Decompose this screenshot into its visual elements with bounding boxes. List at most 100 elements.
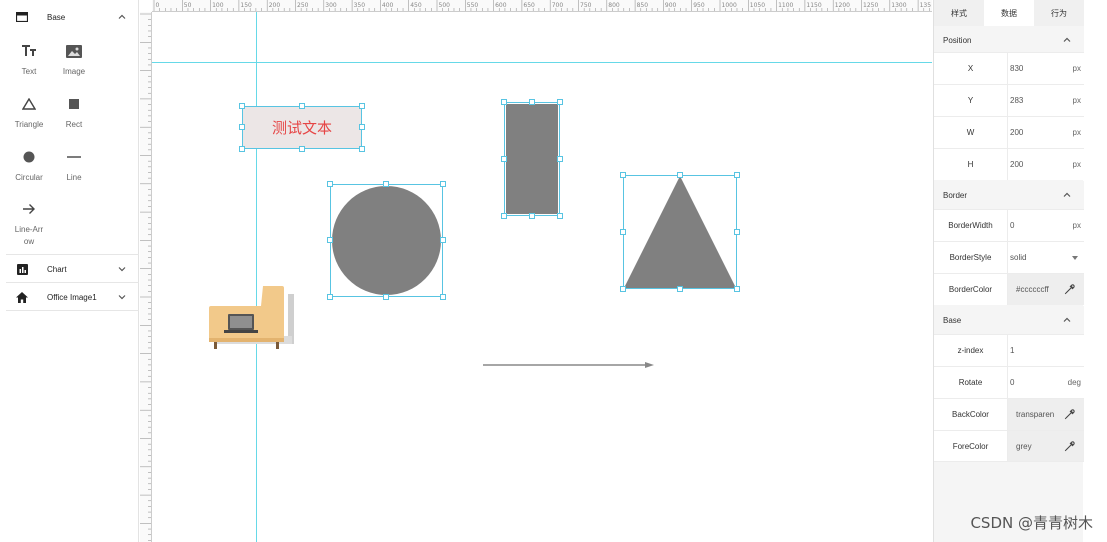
- resize-handle[interactable]: [440, 237, 446, 243]
- chevron-up-icon[interactable]: [117, 12, 127, 22]
- guide-line-horizontal[interactable]: [152, 62, 932, 63]
- ruler-tick-label: 300: [325, 2, 337, 9]
- text-element[interactable]: 测试文本: [239, 103, 365, 152]
- resize-handle[interactable]: [529, 99, 535, 105]
- rect-element[interactable]: [501, 99, 563, 219]
- resize-handle[interactable]: [440, 181, 446, 187]
- resize-handle[interactable]: [299, 103, 305, 109]
- resize-handle[interactable]: [359, 103, 365, 109]
- prop-row-w: W 200 px: [934, 116, 1084, 148]
- resize-handle[interactable]: [557, 213, 563, 219]
- office-desk-image[interactable]: [208, 286, 296, 350]
- eyedropper-icon[interactable]: [1064, 440, 1076, 452]
- tab-behavior[interactable]: 行为: [1034, 0, 1084, 26]
- ruler-tick-label: 1200: [835, 2, 850, 9]
- tool-text[interactable]: Text: [7, 40, 51, 78]
- resize-handle[interactable]: [239, 103, 245, 109]
- ruler-tick-label: 900: [665, 2, 677, 9]
- section-position-header[interactable]: Position: [934, 26, 1084, 54]
- tab-data[interactable]: 数据: [984, 0, 1034, 26]
- chevron-up-icon[interactable]: [1062, 35, 1072, 45]
- chevron-up-icon[interactable]: [1062, 315, 1072, 325]
- resize-handle[interactable]: [327, 181, 333, 187]
- resize-handle[interactable]: [327, 294, 333, 300]
- resize-handle[interactable]: [677, 286, 683, 292]
- resize-handle[interactable]: [327, 237, 333, 243]
- resize-handle[interactable]: [677, 172, 683, 178]
- text-tool-icon: [7, 40, 51, 62]
- prop-row-border-color: BorderColor #ccccccff: [934, 273, 1084, 305]
- triangle-element[interactable]: [620, 172, 740, 292]
- resize-handle[interactable]: [734, 229, 740, 235]
- resize-handle[interactable]: [557, 156, 563, 162]
- x-input[interactable]: 830 px: [1008, 53, 1084, 84]
- resize-handle[interactable]: [359, 146, 365, 152]
- resize-handle[interactable]: [620, 229, 626, 235]
- unit-label: px: [1072, 96, 1081, 105]
- resize-handle[interactable]: [299, 146, 305, 152]
- image-tool-icon: [52, 40, 96, 62]
- tool-image[interactable]: Image: [52, 40, 96, 78]
- tool-line[interactable]: Line: [52, 146, 96, 184]
- tool-rect[interactable]: Rect: [52, 93, 96, 131]
- ruler-tick-label: 1250: [863, 2, 878, 9]
- tool-line-arrow[interactable]: Line-Arrow: [7, 198, 51, 248]
- design-canvas[interactable]: 0 50 100 150 200 250 300 350 400 450 500 550 600 650 7…: [140, 0, 932, 542]
- back-color-input[interactable]: transparent: [1008, 399, 1084, 430]
- tool-circular[interactable]: Circular: [7, 146, 51, 184]
- resize-handle[interactable]: [620, 172, 626, 178]
- line-tool-icon: [52, 146, 96, 168]
- resize-handle[interactable]: [383, 181, 389, 187]
- group-chart-header[interactable]: Chart: [6, 256, 139, 282]
- chevron-down-icon[interactable]: [117, 292, 127, 302]
- prop-row-h: H 200 px: [934, 148, 1084, 180]
- eyedropper-icon[interactable]: [1064, 408, 1076, 420]
- fore-color-input[interactable]: grey: [1008, 431, 1084, 461]
- group-chart-label: Chart: [47, 264, 67, 274]
- resize-handle[interactable]: [734, 286, 740, 292]
- ruler-tick-label: 1050: [750, 2, 765, 9]
- border-color-input[interactable]: #ccccccff: [1008, 274, 1084, 305]
- tool-image-label: Image: [62, 67, 86, 76]
- resize-handle[interactable]: [734, 172, 740, 178]
- width-input[interactable]: 200 px: [1008, 117, 1084, 148]
- properties-tabs: 样式 数据 行为: [934, 0, 1084, 26]
- ruler-tick-label: 400: [382, 2, 394, 9]
- y-input[interactable]: 283 px: [1008, 85, 1084, 116]
- resize-handle[interactable]: [620, 286, 626, 292]
- border-style-select[interactable]: solid: [1008, 242, 1084, 273]
- circle-element[interactable]: [327, 181, 446, 300]
- resize-handle[interactable]: [440, 294, 446, 300]
- resize-handle[interactable]: [529, 213, 535, 219]
- guide-line-vertical[interactable]: [256, 12, 257, 542]
- group-base-header[interactable]: Base: [6, 4, 139, 30]
- group-office-header[interactable]: Office Image1: [6, 284, 139, 310]
- ruler-tick-label: 1300: [891, 2, 906, 9]
- resize-handle[interactable]: [501, 156, 507, 162]
- resize-handle[interactable]: [239, 146, 245, 152]
- rotate-input[interactable]: 0 deg: [1008, 367, 1084, 398]
- z-index-input[interactable]: 1: [1008, 335, 1084, 366]
- section-border-header[interactable]: Border: [934, 181, 1084, 209]
- resize-handle[interactable]: [557, 99, 563, 105]
- resize-handle[interactable]: [383, 294, 389, 300]
- tool-triangle[interactable]: Triangle: [7, 93, 51, 131]
- arrow-line-element[interactable]: [482, 360, 656, 370]
- group-base-label: Base: [47, 12, 66, 22]
- resize-handle[interactable]: [239, 124, 245, 130]
- prop-label: z-index: [934, 335, 1008, 366]
- text-element-content: 测试文本: [271, 119, 332, 137]
- chevron-down-icon[interactable]: [117, 264, 127, 274]
- prop-row-y: Y 283 px: [934, 84, 1084, 116]
- resize-handle[interactable]: [359, 124, 365, 130]
- resize-handle[interactable]: [501, 213, 507, 219]
- section-base-header[interactable]: Base: [934, 306, 1084, 334]
- tab-style[interactable]: 样式: [934, 0, 984, 26]
- height-input[interactable]: 200 px: [1008, 149, 1084, 180]
- border-width-input[interactable]: 0 px: [1008, 210, 1084, 241]
- eyedropper-icon[interactable]: [1064, 283, 1076, 295]
- unit-label: px: [1072, 160, 1081, 169]
- properties-panel: 样式 数据 行为 Position X 830 px Y 283 px W 200 p…: [933, 0, 1084, 542]
- resize-handle[interactable]: [501, 99, 507, 105]
- chevron-up-icon[interactable]: [1062, 190, 1072, 200]
